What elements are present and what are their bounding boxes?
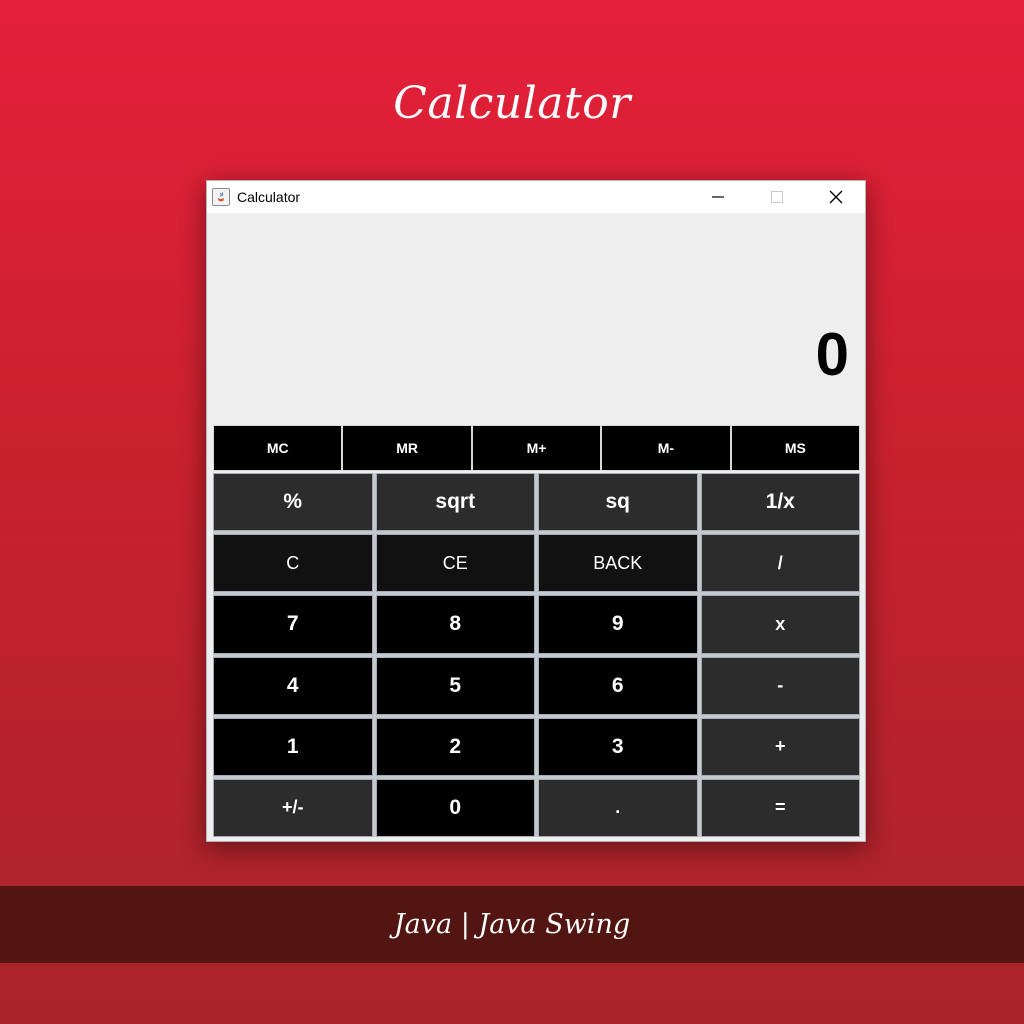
window-titlebar[interactable]: Calculator: [207, 181, 865, 213]
negate-button[interactable]: +/-: [213, 778, 373, 837]
digit-0-button[interactable]: 0: [375, 778, 535, 837]
backspace-button[interactable]: BACK: [538, 534, 698, 593]
java-app-icon: [212, 188, 230, 206]
window-title: Calculator: [237, 189, 301, 205]
digit-8-button[interactable]: 8: [375, 595, 535, 654]
digit-6-button[interactable]: 6: [538, 656, 698, 715]
memory-row: MC MR M+ M- MS: [213, 425, 861, 471]
mc-button[interactable]: MC: [213, 425, 343, 471]
clear-entry-button[interactable]: CE: [375, 534, 535, 593]
ms-button[interactable]: MS: [730, 425, 861, 471]
window-controls: [688, 181, 865, 213]
minimize-icon: [711, 196, 724, 198]
square-button[interactable]: sq: [538, 473, 698, 532]
display-value: 0: [815, 321, 849, 388]
maximize-button[interactable]: [747, 181, 806, 213]
equals-button[interactable]: =: [700, 778, 860, 837]
poster-title: Calculator: [393, 78, 631, 129]
digit-2-button[interactable]: 2: [375, 717, 535, 776]
footer-band: Java | Java Swing: [0, 886, 1024, 963]
minimize-button[interactable]: [688, 181, 747, 213]
digit-7-button[interactable]: 7: [213, 595, 373, 654]
m-plus-button[interactable]: M+: [471, 425, 602, 471]
m-minus-button[interactable]: M-: [601, 425, 731, 471]
percent-button[interactable]: %: [213, 473, 373, 532]
decimal-button[interactable]: .: [538, 778, 698, 837]
calculator-display: 0: [207, 213, 865, 425]
digit-5-button[interactable]: 5: [375, 656, 535, 715]
calculator-window: Calculator 0 MC MR M+ M- MS % sqrt sq 1/…: [206, 180, 866, 842]
close-icon: [829, 190, 842, 204]
multiply-button[interactable]: x: [700, 595, 860, 654]
subtract-button[interactable]: -: [700, 656, 860, 715]
mr-button[interactable]: MR: [342, 425, 472, 471]
keypad: % sqrt sq 1/x C CE BACK / 7 8 9 x 4 5 6 …: [213, 473, 860, 837]
digit-9-button[interactable]: 9: [538, 595, 698, 654]
digit-4-button[interactable]: 4: [213, 656, 373, 715]
sqrt-button[interactable]: sqrt: [375, 473, 535, 532]
close-button[interactable]: [806, 181, 865, 213]
add-button[interactable]: +: [700, 717, 860, 776]
digit-1-button[interactable]: 1: [213, 717, 373, 776]
footer-caption: Java | Java Swing: [393, 909, 631, 940]
reciprocal-button[interactable]: 1/x: [700, 473, 860, 532]
divide-button[interactable]: /: [700, 534, 860, 593]
digit-3-button[interactable]: 3: [538, 717, 698, 776]
maximize-icon: [770, 191, 783, 203]
clear-button[interactable]: C: [213, 534, 373, 593]
